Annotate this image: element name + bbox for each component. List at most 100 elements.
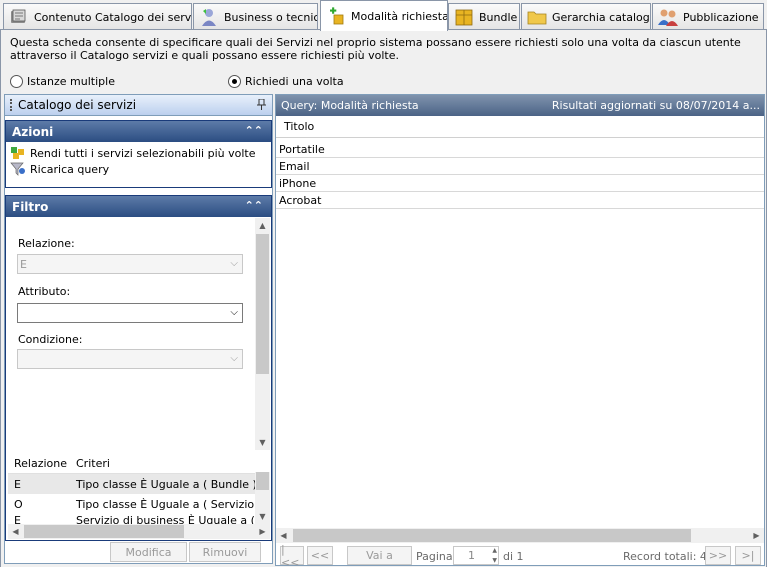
column-header-title[interactable]: Titolo — [276, 116, 764, 138]
previous-page-button[interactable]: << — [307, 546, 333, 565]
tab-label: Pubblicazione — [683, 10, 759, 24]
query-header: Query: Modalità richiesta Risultati aggi… — [276, 95, 764, 116]
query-title: Query: Modalità richiesta — [281, 99, 419, 112]
action-reload-query[interactable]: Ricarica query — [6, 161, 271, 177]
table-row[interactable]: Portatile — [276, 141, 764, 158]
spin-up-icon[interactable]: ▲ — [492, 547, 497, 554]
actions-section: Azioni ⌃⌃ Rendi tutti i servizi selezion… — [5, 120, 272, 188]
table-row[interactable]: iPhone — [276, 175, 764, 192]
scrollbar-thumb[interactable] — [256, 234, 269, 374]
criteria-table: Relazione Criteri E Tipo classe È Uguale… — [8, 454, 270, 524]
scroll-down-arrow-icon[interactable]: ▼ — [255, 509, 270, 524]
page-label: Pagina — [416, 550, 453, 563]
relation-value: E — [20, 257, 27, 271]
tab-label: Gerarchia catalogo — [552, 10, 651, 24]
go-to-button[interactable]: Vai a — [347, 546, 412, 565]
column-header-criteria[interactable]: Criteri — [72, 457, 270, 470]
tab-business-technical[interactable]: Business o tecnico — [193, 3, 318, 30]
first-page-button[interactable]: |<< — [280, 543, 304, 567]
users-publish-icon — [657, 6, 679, 28]
filter-scrollbar[interactable]: ▲ ▼ — [255, 218, 270, 450]
scrollbar-thumb[interactable] — [293, 529, 691, 542]
radio-button-multiple[interactable] — [10, 75, 23, 88]
chevron-down-icon: ⌵ — [230, 307, 238, 318]
tab-label: Business o tecnico — [224, 10, 318, 24]
radio-button-once[interactable] — [228, 75, 241, 88]
chevron-down-icon: ⌵ — [230, 258, 238, 269]
actions-section-header[interactable]: Azioni ⌃⌃ — [6, 121, 271, 142]
pager: |<< << Vai a Pagina 1 ▲ ▼ di 1 Record to… — [276, 543, 764, 567]
collapse-chevron-icon[interactable]: ⌃⌃ — [245, 124, 263, 137]
table-row[interactable]: O Tipo classe È Uguale a ( Servizio ) — [8, 494, 270, 514]
attribute-label: Attributo: — [18, 285, 71, 298]
bundle-box-icon — [453, 6, 475, 28]
drag-grip-icon[interactable] — [10, 99, 13, 111]
multi-select-icon — [10, 146, 26, 160]
radio-label: Richiedi una volta — [245, 75, 344, 88]
table-row[interactable]: E Servizio di business È Uguale a ( 1 — [8, 514, 270, 524]
request-mode-icon — [325, 5, 347, 27]
tab-catalog-content[interactable]: Contenuto Catalogo dei servizi — [3, 3, 192, 30]
scroll-right-arrow-icon[interactable]: ▶ — [255, 524, 270, 539]
action-label: Rendi tutti i servizi selezionabili più … — [30, 146, 256, 160]
scrollbar-thumb[interactable] — [24, 525, 184, 538]
results-hscrollbar[interactable]: ◀ ▶ — [276, 528, 764, 543]
description-text: Questa scheda consente di specificare qu… — [10, 36, 741, 62]
spin-down-icon[interactable]: ▼ — [492, 557, 497, 564]
tab-label: Modalità richiesta — [351, 9, 448, 23]
row-criteria: Servizio di business È Uguale a ( 1 — [76, 514, 266, 524]
scroll-right-arrow-icon[interactable]: ▶ — [749, 528, 764, 543]
last-page-button[interactable]: >| — [735, 546, 761, 565]
attribute-dropdown[interactable]: ⌵ — [17, 303, 243, 323]
folder-icon — [526, 6, 548, 28]
catalog-panel-header: Catalogo dei servizi — [5, 95, 272, 116]
remove-button[interactable]: Rimuovi — [189, 542, 261, 562]
scroll-up-arrow-icon[interactable]: ▲ — [255, 218, 270, 233]
chevron-down-icon: ⌵ — [230, 353, 238, 364]
scrollbar-thumb[interactable] — [256, 472, 269, 490]
filter-section-header[interactable]: Filtro ⌃⌃ — [6, 196, 271, 217]
criteria-header-row: Relazione Criteri — [8, 454, 270, 474]
row-criteria: Tipo classe È Uguale a ( Servizio ) — [76, 497, 262, 511]
radio-multiple-instances[interactable]: Istanze multiple — [10, 75, 115, 88]
next-page-button[interactable]: >> — [705, 546, 731, 565]
table-row[interactable]: E Tipo classe È Uguale a ( Bundle ) — [8, 474, 270, 494]
page-count: di 1 — [503, 550, 524, 563]
relation-dropdown[interactable]: E ⌵ — [17, 254, 243, 274]
filter-title: Filtro — [12, 199, 49, 214]
row-criteria: Tipo classe È Uguale a ( Bundle ) — [76, 477, 257, 491]
scroll-down-arrow-icon[interactable]: ▼ — [255, 435, 270, 450]
table-row[interactable]: Acrobat — [276, 192, 764, 209]
radio-request-once[interactable]: Richiedi una volta — [228, 75, 344, 88]
total-records: Record totali: 4 — [623, 550, 707, 563]
radio-label: Istanze multiple — [27, 75, 115, 88]
tab-catalog-hierarchy[interactable]: Gerarchia catalogo — [521, 3, 651, 30]
catalog-panel-title: Catalogo dei servizi — [18, 98, 137, 112]
criteria-hscrollbar[interactable]: ◀ ▶ — [8, 524, 270, 539]
row-relation: E — [14, 477, 21, 491]
results-updated-info: Risultati aggiornati su 08/07/2014 a... — [551, 99, 760, 112]
condition-dropdown[interactable]: ⌵ — [17, 349, 243, 369]
row-relation: E — [14, 514, 21, 524]
catalog-panel: Catalogo dei servizi Azioni ⌃⌃ Rendi tut… — [4, 94, 273, 564]
collapse-chevron-icon[interactable]: ⌃⌃ — [245, 199, 263, 212]
tab-bar: Contenuto Catalogo dei servizi Business … — [0, 0, 767, 31]
scroll-left-arrow-icon[interactable]: ◀ — [8, 524, 23, 539]
modify-button[interactable]: Modifica — [110, 542, 187, 562]
actions-title: Azioni — [12, 124, 54, 139]
table-row[interactable]: Email — [276, 158, 764, 175]
tab-publication[interactable]: Pubblicazione — [652, 3, 764, 30]
business-person-icon — [198, 6, 220, 28]
criteria-scrollbar[interactable]: ▼ — [255, 472, 270, 524]
filter-section: Filtro ⌃⌃ Relazione: E ⌵ Attributo: ⌵ Co… — [5, 195, 272, 541]
row-relation: O — [14, 497, 23, 511]
tab-request-mode[interactable]: Modalità richiesta — [320, 0, 448, 31]
action-make-multi-selectable[interactable]: Rendi tutti i servizi selezionabili più … — [6, 145, 271, 161]
scroll-left-arrow-icon[interactable]: ◀ — [276, 528, 291, 543]
column-header-relation[interactable]: Relazione — [8, 457, 72, 470]
page-number-input[interactable]: 1 ▲ ▼ — [453, 546, 499, 565]
tab-bundle[interactable]: Bundle — [448, 3, 520, 30]
pin-icon[interactable] — [257, 98, 266, 113]
relation-label: Relazione: — [18, 237, 75, 250]
query-results-panel: Query: Modalità richiesta Risultati aggi… — [275, 94, 765, 567]
